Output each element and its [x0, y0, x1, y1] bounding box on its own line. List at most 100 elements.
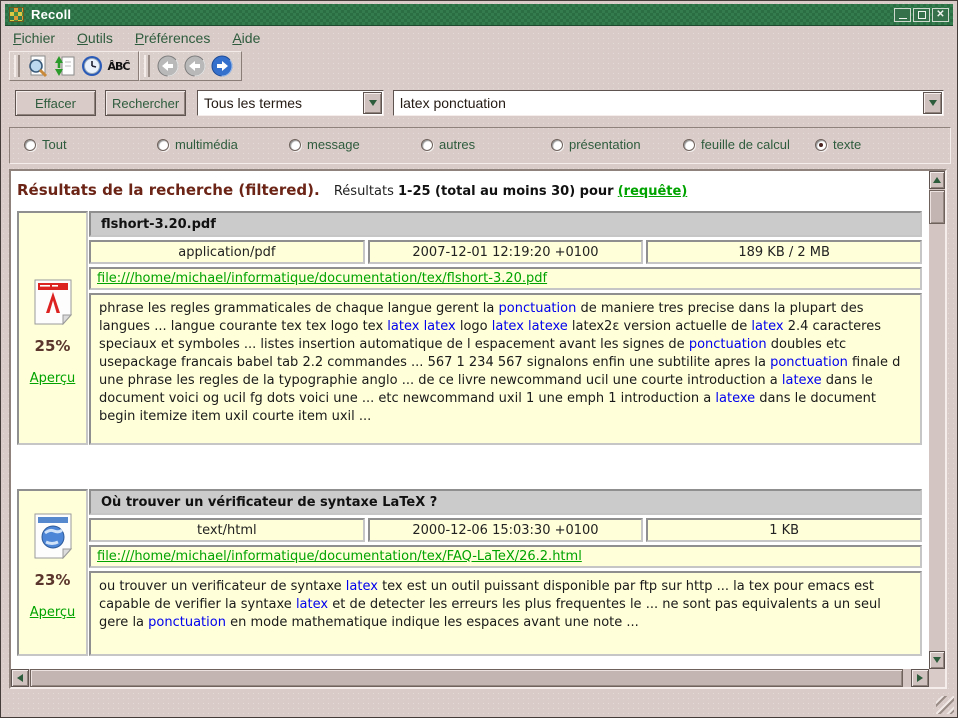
toolbar-group-tools: ÂBĈ: [9, 51, 139, 81]
term-explorer-icon: ÂBĈ: [108, 60, 130, 73]
radio-icon: [157, 139, 169, 151]
scroll-down-button[interactable]: [929, 651, 945, 669]
menu-aide[interactable]: Aide: [232, 30, 260, 46]
maximize-icon: [918, 11, 926, 19]
result-snippet: phrase les regles grammaticales de chaqu…: [89, 293, 922, 445]
arrow-up-icon: [933, 177, 941, 183]
results-list: Résultats de la recherche (filtered). Ré…: [11, 171, 929, 669]
chevron-down-icon: [369, 100, 377, 106]
result-url-row: file:///home/michael/informatique/docume…: [89, 545, 922, 568]
horizontal-scrollbar-thumb[interactable]: [30, 669, 903, 687]
filter-radio-texte[interactable]: texte: [815, 137, 861, 152]
dropdown-arrow-button[interactable]: [923, 92, 942, 114]
toolbar-group-navigation: [139, 51, 242, 81]
previous-page-button[interactable]: [181, 53, 208, 79]
result-snippet: ou trouver un verificateur de syntaxe la…: [89, 571, 922, 656]
clock-icon: [80, 54, 104, 78]
result-side-panel: 25% Aperçu: [17, 211, 88, 445]
dropdown-arrow-button[interactable]: [363, 92, 382, 114]
arrow-down-icon: [933, 657, 941, 663]
arrow-right-icon: [917, 674, 923, 682]
query-details-link[interactable]: (requête): [618, 184, 688, 199]
result-url-link[interactable]: file:///home/michael/informatique/docume…: [97, 271, 547, 286]
search-query-input[interactable]: [394, 95, 923, 111]
filter-radio-presentation[interactable]: présentation: [551, 137, 641, 152]
menu-preferences[interactable]: Préférences: [135, 30, 211, 46]
vertical-scrollbar[interactable]: [929, 171, 945, 669]
toolbar-grip[interactable]: [144, 55, 150, 77]
toolbar-grip[interactable]: [14, 55, 20, 77]
query-combo[interactable]: [393, 90, 944, 116]
filter-radio-autres[interactable]: autres: [421, 137, 475, 152]
next-page-button[interactable]: [208, 53, 235, 79]
vertical-scrollbar-thumb[interactable]: [929, 190, 945, 224]
title-bar[interactable]: Recoll ✕: [5, 4, 953, 26]
html-document-icon: [33, 513, 73, 559]
result-meta-row: application/pdf 2007-12-01 12:19:20 +010…: [89, 240, 922, 264]
minimize-button[interactable]: [894, 8, 911, 22]
first-page-button[interactable]: [154, 53, 181, 79]
result-side-panel: 23% Aperçu: [17, 489, 88, 656]
arrow-right-icon: [210, 54, 234, 78]
term-explorer-button[interactable]: ÂBĈ: [105, 53, 132, 79]
results-header: Résultats de la recherche (filtered). Ré…: [17, 181, 925, 199]
arrow-left-icon: [17, 674, 23, 682]
arrow-left-icon: [183, 54, 207, 78]
sort-parameters-button[interactable]: [51, 53, 78, 79]
chevron-down-icon: [929, 100, 937, 106]
scroll-up-button[interactable]: [929, 171, 945, 189]
advanced-search-button[interactable]: [24, 53, 51, 79]
recoll-window: Recoll ✕ Fichier Outils Préférences Aide: [0, 0, 958, 718]
result-mime: text/html: [89, 518, 365, 542]
result-date: 2000-12-06 15:03:30 +0100: [368, 518, 644, 542]
results-header-title: Résultats de la recherche (filtered).: [17, 181, 320, 199]
result-mime: application/pdf: [89, 240, 365, 264]
window-title: Recoll: [31, 7, 71, 22]
close-button[interactable]: ✕: [932, 8, 949, 22]
minimize-icon: [899, 18, 907, 19]
preview-link[interactable]: Aperçu: [30, 605, 76, 620]
result-meta-row: text/html 2000-12-06 15:03:30 +0100 1 KB: [89, 518, 922, 542]
result-url-row: file:///home/michael/informatique/docume…: [89, 267, 922, 290]
arrow-left-icon: [156, 54, 180, 78]
window-resize-grip[interactable]: [936, 696, 954, 714]
document-type-filter-panel: Tout multimédia message autres présentat…: [9, 127, 951, 164]
radio-icon: [289, 139, 301, 151]
scroll-right-button[interactable]: [911, 669, 929, 687]
results-area: Résultats de la recherche (filtered). Ré…: [9, 169, 947, 689]
toolbar: ÂBĈ: [9, 51, 242, 81]
close-icon: ✕: [936, 9, 944, 21]
search-mode-value: Tous les termes: [198, 95, 363, 111]
preview-link[interactable]: Aperçu: [30, 371, 76, 386]
filter-radio-multimedia[interactable]: multimédia: [157, 137, 238, 152]
filter-radio-tout[interactable]: Tout: [24, 137, 67, 152]
maximize-button[interactable]: [913, 8, 930, 22]
radio-icon: [24, 139, 36, 151]
radio-icon: [683, 139, 695, 151]
filter-radio-feuille-de-calcul[interactable]: feuille de calcul: [683, 137, 790, 152]
horizontal-scrollbar[interactable]: [11, 669, 929, 687]
results-count: 1-25 (total au moins 30) pour: [398, 184, 614, 199]
radio-icon: [815, 139, 827, 151]
menu-fichier[interactable]: Fichier: [13, 30, 55, 46]
menu-outils[interactable]: Outils: [77, 30, 113, 46]
radio-icon: [421, 139, 433, 151]
result-item: 23% Aperçu Où trouver un vérificateur de…: [17, 489, 922, 656]
relevance-percent: 23%: [35, 571, 71, 589]
document-sort-icon: [53, 54, 77, 78]
relevance-percent: 25%: [35, 337, 71, 355]
result-item: 25% Aperçu flshort-3.20.pdf application/…: [17, 211, 922, 445]
search-mode-select[interactable]: Tous les termes: [197, 90, 384, 116]
result-url-link[interactable]: file:///home/michael/informatique/docume…: [97, 549, 582, 564]
filter-radio-message[interactable]: message: [289, 137, 360, 152]
search-controls: Effacer Rechercher Tous les termes: [1, 90, 957, 118]
result-title[interactable]: Où trouver un vérificateur de syntaxe La…: [89, 489, 922, 515]
search-button[interactable]: Rechercher: [105, 90, 186, 116]
result-date: 2007-12-01 12:19:20 +0100: [368, 240, 644, 264]
result-title[interactable]: flshort-3.20.pdf: [89, 211, 922, 237]
radio-icon: [551, 139, 563, 151]
clear-button[interactable]: Effacer: [15, 90, 96, 116]
document-history-button[interactable]: [78, 53, 105, 79]
scroll-left-button[interactable]: [11, 669, 29, 687]
result-size: 1 KB: [646, 518, 922, 542]
